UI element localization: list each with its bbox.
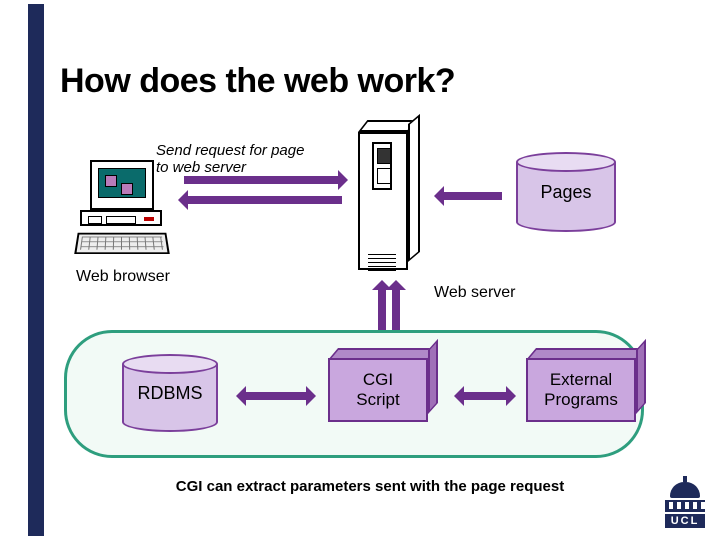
slide-caption: CGI can extract parameters sent with the… [60, 478, 680, 495]
external-programs-box: External Programs [526, 348, 646, 422]
pages-label: Pages [516, 152, 616, 232]
accent-sidebar [28, 4, 44, 536]
arrow-browser-to-server [184, 176, 342, 184]
web-browser-label: Web browser [76, 268, 170, 286]
rdbms-icon: RDBMS [122, 354, 218, 432]
cgi-label: CGI Script [328, 358, 428, 422]
ucl-logo: UCL [658, 482, 712, 532]
slide-title: How does the web work? [60, 62, 455, 101]
web-browser-icon [80, 160, 170, 260]
cgi-script-box: CGI Script [328, 348, 438, 422]
external-label: External Programs [526, 358, 636, 422]
arrow-cgi-server [392, 286, 400, 336]
web-server-label: Web server [434, 284, 516, 302]
web-server-icon [358, 132, 422, 282]
arrow-rdbms-cgi [242, 392, 310, 400]
ucl-logo-text: UCL [665, 514, 706, 528]
arrow-server-to-browser [184, 196, 342, 204]
diagram-stage: Send request for page to web server Web … [60, 120, 680, 490]
rdbms-label: RDBMS [122, 354, 218, 432]
arrow-cgi-external [460, 392, 510, 400]
pages-db-icon: Pages [516, 152, 616, 232]
arrow-server-cgi [378, 286, 386, 336]
arrow-server-to-pages [440, 192, 502, 200]
request-label: Send request for page to web server [156, 142, 336, 177]
